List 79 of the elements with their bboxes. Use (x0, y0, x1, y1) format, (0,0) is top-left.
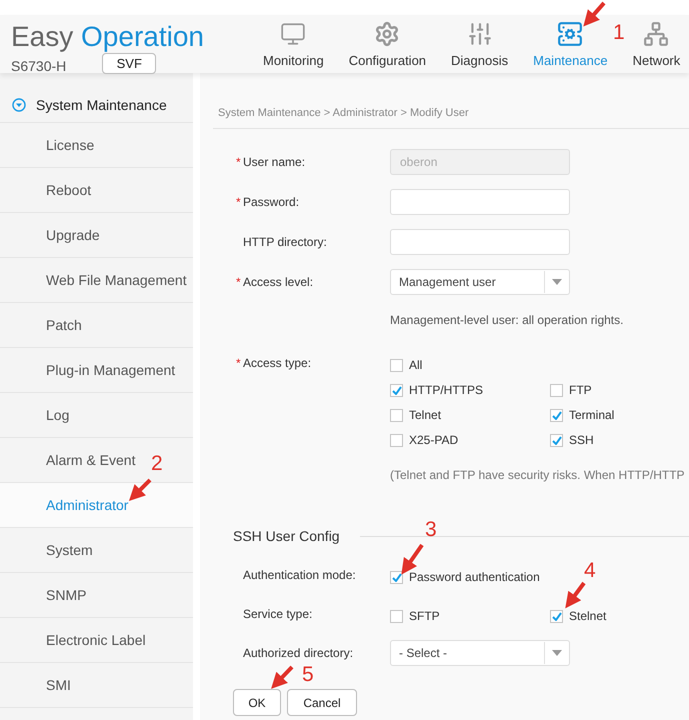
sidebar-item[interactable]: License (0, 123, 193, 168)
server-gear-icon (557, 21, 584, 47)
option-label: Telnet (409, 408, 442, 422)
required-mark: * (236, 155, 240, 169)
option-label: SSH (569, 433, 594, 447)
checkbox[interactable] (390, 408, 403, 422)
nav-tab[interactable]: Diagnosis (451, 15, 508, 73)
checkbox[interactable] (390, 384, 403, 396)
sidebar-item[interactable]: SNMP (0, 573, 193, 618)
field-label: Access level: (243, 275, 314, 289)
checkbox[interactable] (390, 610, 403, 622)
option-label: SFTP (409, 609, 440, 623)
annotation-number: 2 (151, 453, 163, 474)
checkbox[interactable] (550, 434, 563, 446)
logo-text: Easy Operation (11, 21, 205, 53)
sidebar-item[interactable]: System (0, 528, 193, 573)
field-label: Password: (243, 195, 300, 209)
nav-tab[interactable]: Monitoring (263, 15, 324, 73)
breadcrumb: System Maintenance > Administrator > Modify User (213, 91, 689, 129)
network-icon (643, 21, 670, 47)
required-mark: * (236, 275, 240, 289)
option-label: Stelnet (569, 609, 606, 623)
dropdown[interactable]: - Select - (390, 640, 570, 666)
checkbox[interactable] (550, 408, 563, 422)
svf-button[interactable]: SVF (102, 53, 156, 74)
device-model: S6730-H (11, 58, 66, 74)
checkbox[interactable] (390, 358, 403, 372)
option-label: X25-PAD (409, 433, 458, 447)
hint-text: Management-level user: all operation rights. (390, 312, 624, 329)
option-label: Terminal (569, 408, 614, 422)
option-label: HTTP/HTTPS (409, 383, 483, 397)
checkbox[interactable] (550, 610, 563, 622)
cancel-button[interactable]: Cancel (287, 689, 357, 716)
dropdown[interactable]: Management user (390, 269, 570, 295)
sidebar-item[interactable]: Patch (0, 303, 193, 348)
note-text: (Telnet and FTP have security risks. When HTTP/HTTP (390, 467, 685, 482)
field-label: Authorized directory: (243, 646, 354, 660)
sidebar-group[interactable]: System Maintenance (0, 88, 193, 123)
field-label: User name: (243, 155, 306, 169)
annotation-number: 1 (613, 22, 625, 43)
annotation-arrow (565, 582, 586, 608)
annotation-number: 3 (425, 519, 437, 540)
checkbox[interactable] (390, 434, 403, 446)
sidebar-item[interactable]: Reboot (0, 168, 193, 213)
gear-icon (374, 21, 400, 47)
nav-tab[interactable]: Network (632, 15, 680, 73)
sidebar-item[interactable]: Administrator (0, 483, 193, 528)
option-label: FTP (569, 383, 592, 397)
monitor-icon (280, 21, 306, 47)
caret-icon (552, 279, 562, 285)
nav-tab[interactable]: Configuration (348, 15, 426, 73)
sliders-icon (466, 21, 493, 47)
field-label: Authentication mode: (243, 568, 356, 582)
annotation-arrow (583, 2, 606, 26)
caret-icon (552, 650, 562, 656)
section-title: SSH User Config (233, 528, 340, 544)
field-label: Access type: (243, 356, 312, 370)
sidebar-item[interactable]: Plug-in Management (0, 348, 193, 393)
sidebar-item[interactable]: SMI (0, 663, 193, 708)
input-field[interactable] (390, 189, 570, 215)
required-mark: * (236, 195, 240, 209)
annotation-number: 5 (302, 664, 314, 685)
field-label: Service type: (243, 607, 312, 621)
option-label: All (409, 358, 422, 372)
sidebar-item[interactable]: Upgrade (0, 213, 193, 258)
annotation-arrow (271, 666, 294, 689)
expand-icon (12, 98, 26, 112)
annotation-arrow (128, 478, 152, 502)
sidebar-item[interactable]: Web File Management (0, 258, 193, 303)
ok-button[interactable]: OK (233, 689, 281, 716)
sidebar-item[interactable]: Electronic Label (0, 618, 193, 663)
annotation-number: 4 (584, 560, 596, 581)
checkbox[interactable] (390, 570, 403, 584)
field-label: HTTP directory: (243, 235, 327, 249)
option-label: Password authentication (409, 570, 540, 584)
checkbox[interactable] (550, 384, 563, 396)
required-mark: * (236, 356, 240, 370)
input-field[interactable] (390, 229, 570, 255)
sidebar-item[interactable]: Log (0, 393, 193, 438)
